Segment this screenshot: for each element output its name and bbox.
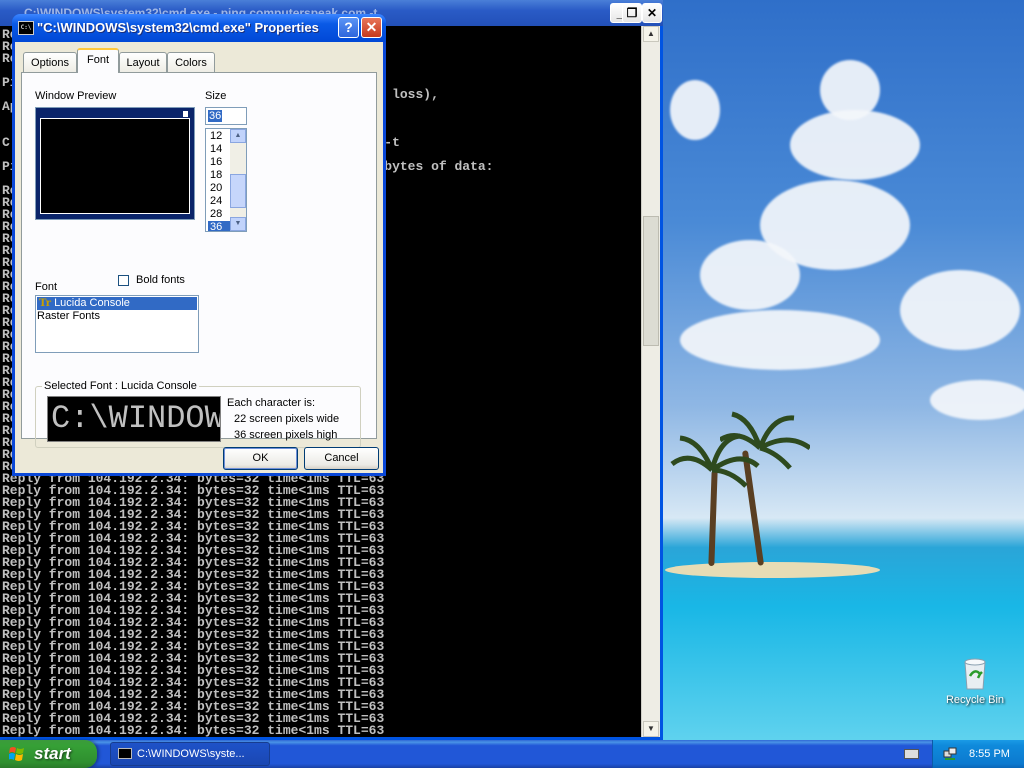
recycle-bin[interactable]: Recycle Bin — [940, 656, 1010, 712]
cloud — [820, 60, 880, 120]
selected-font-group: Selected Font : Lucida Console C:\WINDOW… — [35, 380, 361, 448]
size-list[interactable]: 12 14 16 18 20 24 28 36 ▲ ▼ — [205, 128, 247, 232]
help-button[interactable]: ? — [338, 17, 359, 38]
keyboard-icon[interactable] — [904, 749, 919, 759]
font-list[interactable]: Tr Lucida Console Raster Fonts — [35, 295, 199, 353]
size-option[interactable]: 12 — [208, 130, 232, 143]
font-sample: C:\WINDOWS — [47, 396, 221, 442]
font-option-label: Raster Fonts — [37, 310, 100, 322]
scroll-up-icon[interactable]: ▲ — [230, 129, 246, 143]
cloud — [900, 270, 1020, 350]
recycle-bin-icon — [964, 658, 986, 690]
bold-fonts-checkbox[interactable] — [118, 275, 129, 286]
scrollbar-thumb[interactable] — [230, 174, 246, 208]
console-line: Reply from 104.192.2.34: bytes=32 time<1… — [2, 723, 385, 737]
size-option[interactable]: 20 — [208, 182, 232, 195]
tab-layout[interactable]: Layout — [119, 52, 167, 72]
size-label: Size — [205, 90, 227, 102]
system-tray: 8:55 PM — [932, 740, 1024, 768]
dialog-title: "C:\WINDOWS\system32\cmd.exe" Properties — [37, 20, 319, 35]
scroll-down-icon[interactable]: ▼ — [643, 721, 659, 737]
taskbar-item-label: C:\WINDOWS\syste... — [137, 748, 245, 760]
font-option-label: Lucida Console — [54, 297, 130, 309]
size-option-selected[interactable]: 36 — [208, 221, 232, 231]
tab-options[interactable]: Options — [23, 52, 77, 72]
size-option[interactable]: 14 — [208, 143, 232, 156]
size-option[interactable]: 24 — [208, 195, 232, 208]
network-icon[interactable] — [943, 747, 957, 761]
cloud — [680, 310, 880, 370]
scroll-down-icon[interactable]: ▼ — [230, 217, 246, 231]
cloud — [930, 380, 1024, 420]
tab-font[interactable]: Font — [77, 48, 119, 73]
font-label: Font — [35, 281, 58, 293]
cloud — [670, 80, 720, 140]
font-option[interactable]: Raster Fonts — [37, 310, 197, 323]
cloud — [700, 240, 800, 310]
dialog-close-button[interactable]: ✕ — [361, 17, 382, 38]
pixels-wide-label: 22 screen pixels wide — [234, 413, 340, 425]
close-button[interactable]: ✕ — [642, 3, 662, 23]
console-app-icon — [118, 748, 132, 759]
size-option[interactable]: 16 — [208, 156, 232, 169]
taskbar-item-cmd[interactable]: C:\WINDOWS\syste... — [110, 742, 270, 766]
preview-console — [40, 118, 190, 214]
dialog-titlebar[interactable]: C:\ "C:\WINDOWS\system32\cmd.exe" Proper… — [12, 14, 386, 42]
size-input[interactable]: 36 — [205, 107, 247, 125]
size-option[interactable]: 28 — [208, 208, 232, 221]
scroll-up-icon[interactable]: ▲ — [643, 26, 659, 42]
size-option[interactable]: 18 — [208, 169, 232, 182]
selected-font-caption: Selected Font : Lucida Console — [42, 380, 199, 392]
recycle-bin-label: Recycle Bin — [945, 694, 1005, 706]
start-button[interactable]: start — [0, 740, 97, 768]
windows-logo-icon — [9, 747, 24, 761]
console-scrollbar[interactable]: ▲ ▼ — [641, 26, 660, 737]
each-char-label: Each character is: — [227, 397, 316, 409]
dialog-body: Options Font Layout Colors Window Previe… — [15, 42, 383, 473]
window-preview — [35, 107, 195, 220]
taskbar: start C:\WINDOWS\syste... 8:55 PM — [0, 740, 1024, 768]
ok-button[interactable]: OK — [223, 447, 298, 470]
restore-button[interactable]: ❐ — [622, 3, 642, 23]
pixels-high-label: 36 screen pixels high — [234, 429, 338, 441]
palm-leaves-icon — [720, 411, 810, 470]
tab-colors[interactable]: Colors — [167, 52, 215, 72]
size-input-value: 36 — [208, 110, 223, 122]
properties-dialog[interactable]: C:\ "C:\WINDOWS\system32\cmd.exe" Proper… — [12, 14, 386, 476]
start-label: start — [34, 744, 71, 763]
island — [665, 562, 880, 578]
truetype-icon: Tr — [39, 298, 51, 309]
font-sample-text: C:\WINDOWS — [51, 400, 220, 437]
bold-fonts-label: Bold fonts — [136, 274, 185, 286]
cloud — [790, 110, 920, 180]
font-tab-panel: Window Preview Size 36 12 14 16 18 20 24… — [21, 72, 377, 448]
size-list-scrollbar[interactable]: ▲ ▼ — [230, 129, 246, 231]
window-preview-label: Window Preview — [35, 90, 117, 102]
clock[interactable]: 8:55 PM — [969, 740, 1010, 768]
cancel-button[interactable]: Cancel — [304, 447, 379, 470]
preview-titlebar — [40, 111, 190, 117]
font-option-selected[interactable]: Tr Lucida Console — [37, 297, 197, 310]
scrollbar-thumb[interactable] — [643, 216, 659, 346]
console-app-icon: C:\ — [18, 21, 34, 35]
